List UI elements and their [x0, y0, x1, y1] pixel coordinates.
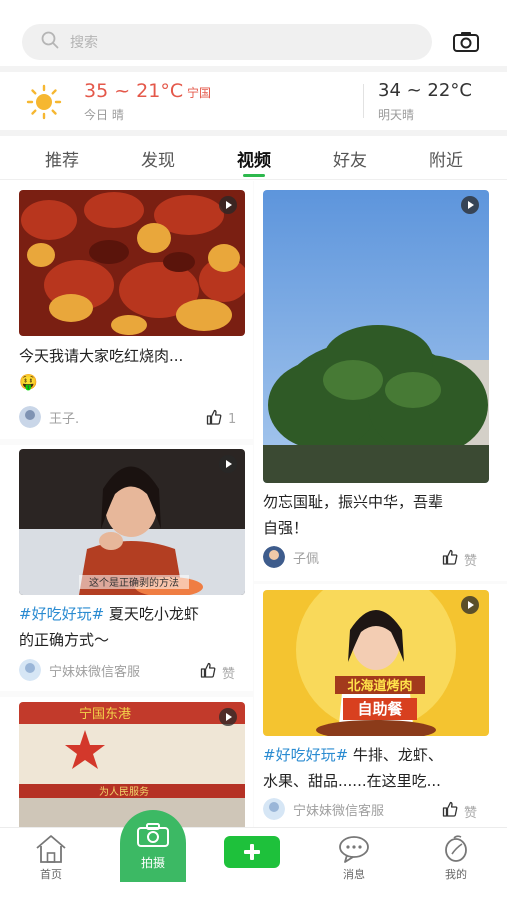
chat-bubble-icon	[324, 834, 384, 864]
video-title[interactable]: 今天我请大家吃红烧肉... 🤑	[19, 343, 245, 395]
video-card[interactable]: 勿忘国耻，振兴中华，吾辈 自强！ 子佩 赞	[254, 181, 507, 581]
leaf-icon	[426, 834, 486, 864]
building-banner: 为人民服务	[99, 785, 149, 798]
play-icon	[219, 455, 237, 473]
nav-messages[interactable]: 消息	[324, 834, 384, 882]
nav-messages-label: 消息	[343, 868, 365, 881]
active-tab-indicator	[243, 174, 265, 177]
nav-mine-label: 我的	[445, 868, 467, 881]
camera-icon	[120, 822, 186, 848]
today-temperature: 35 ~ 21°C	[84, 80, 184, 102]
video-thumbnail[interactable]	[263, 190, 489, 483]
tomorrow-weather-desc: 明天晴	[378, 108, 415, 122]
home-icon	[21, 834, 81, 864]
tab-recommend[interactable]: 推荐	[32, 146, 92, 171]
building-sign: 宁国东港	[79, 706, 131, 722]
like-button[interactable]: 1	[206, 409, 236, 429]
search-icon	[40, 30, 60, 54]
video-thumbnail[interactable]: 宁国东港 为人民服务	[19, 702, 245, 827]
weather-panel[interactable]: 35 ~ 21°C 宁国 今日 晴 34 ~ 22°C 明天晴	[0, 72, 507, 130]
tomorrow-temperature: 34 ~ 22°C	[378, 80, 472, 101]
like-button[interactable]: 赞	[442, 549, 477, 569]
poster-text-buffet: 自助餐	[357, 700, 403, 718]
play-icon	[219, 196, 237, 214]
thumbs-up-icon	[442, 549, 458, 569]
video-feed: 今天我请大家吃红烧肉... 🤑 王子. 1 这个是正确剥的方法 #好吃好玩# 夏…	[0, 181, 507, 827]
thumbs-up-icon	[442, 801, 458, 821]
avatar	[19, 659, 41, 681]
avatar	[263, 798, 285, 820]
shoot-button[interactable]: 拍摄	[120, 810, 186, 882]
top-bar: 搜索	[0, 0, 507, 72]
thumbs-up-icon	[206, 409, 222, 429]
add-post-button[interactable]	[224, 836, 280, 868]
thumbs-up-icon	[200, 662, 216, 682]
video-author[interactable]: 子佩	[263, 546, 319, 568]
video-title[interactable]: #好吃好玩# 夏天吃小龙虾 的正确方式～	[19, 601, 245, 653]
shoot-label: 拍摄	[140, 856, 165, 870]
video-caption-overlay: 这个是正确剥的方法	[89, 576, 179, 589]
tab-friends[interactable]: 好友	[320, 146, 380, 171]
video-card[interactable]: 今天我请大家吃红烧肉... 🤑 王子. 1	[0, 181, 253, 439]
like-button[interactable]: 赞	[442, 801, 477, 821]
video-author[interactable]: 王子.	[19, 406, 79, 428]
city-name: 宁国	[187, 86, 212, 100]
camera-icon[interactable]	[452, 30, 480, 54]
video-author[interactable]: 宁妹妹微信客服	[19, 659, 140, 681]
weather-divider	[363, 84, 364, 118]
search-bar[interactable]: 搜索	[22, 24, 432, 60]
video-author[interactable]: 宁妹妹微信客服	[263, 798, 384, 820]
play-icon	[461, 596, 479, 614]
video-thumbnail[interactable]	[19, 190, 245, 336]
search-placeholder: 搜索	[70, 35, 98, 51]
video-title[interactable]: #好吃好玩# 牛排、龙虾、 水果、甜品......在这里吃...	[263, 742, 499, 794]
sun-icon	[26, 84, 62, 120]
tab-discover[interactable]: 发现	[128, 146, 188, 171]
today-weather-desc: 今日 晴	[84, 108, 124, 122]
video-thumbnail[interactable]: 这个是正确剥的方法	[19, 449, 245, 595]
video-thumbnail[interactable]: 北海道烤肉 自助餐	[263, 590, 489, 736]
tab-nearby[interactable]: 附近	[416, 146, 476, 171]
video-card[interactable]: 宁国东港 为人民服务	[0, 697, 253, 827]
poster-text-bbq: 北海道烤肉	[347, 678, 412, 694]
avatar	[19, 406, 41, 428]
bottom-nav: 首页 拍摄 消息 我的	[0, 810, 507, 900]
video-card[interactable]: 北海道烤肉 自助餐 #好吃好玩# 牛排、龙虾、 水果、甜品......在这里吃.…	[254, 584, 507, 827]
category-tabs: 推荐 发现 视频 好友 附近	[0, 136, 507, 180]
tab-video[interactable]: 视频	[224, 146, 284, 171]
nav-home-label: 首页	[40, 868, 62, 881]
video-card[interactable]: 这个是正确剥的方法 #好吃好玩# 夏天吃小龙虾 的正确方式～ 宁妹妹微信客服 赞	[0, 445, 253, 691]
nav-home[interactable]: 首页	[21, 834, 81, 882]
video-title[interactable]: 勿忘国耻，振兴中华，吾辈 自强！	[263, 489, 493, 541]
nav-mine[interactable]: 我的	[426, 834, 486, 882]
avatar	[263, 546, 285, 568]
play-icon	[461, 196, 479, 214]
play-icon	[219, 708, 237, 726]
like-button[interactable]: 赞	[200, 662, 235, 682]
